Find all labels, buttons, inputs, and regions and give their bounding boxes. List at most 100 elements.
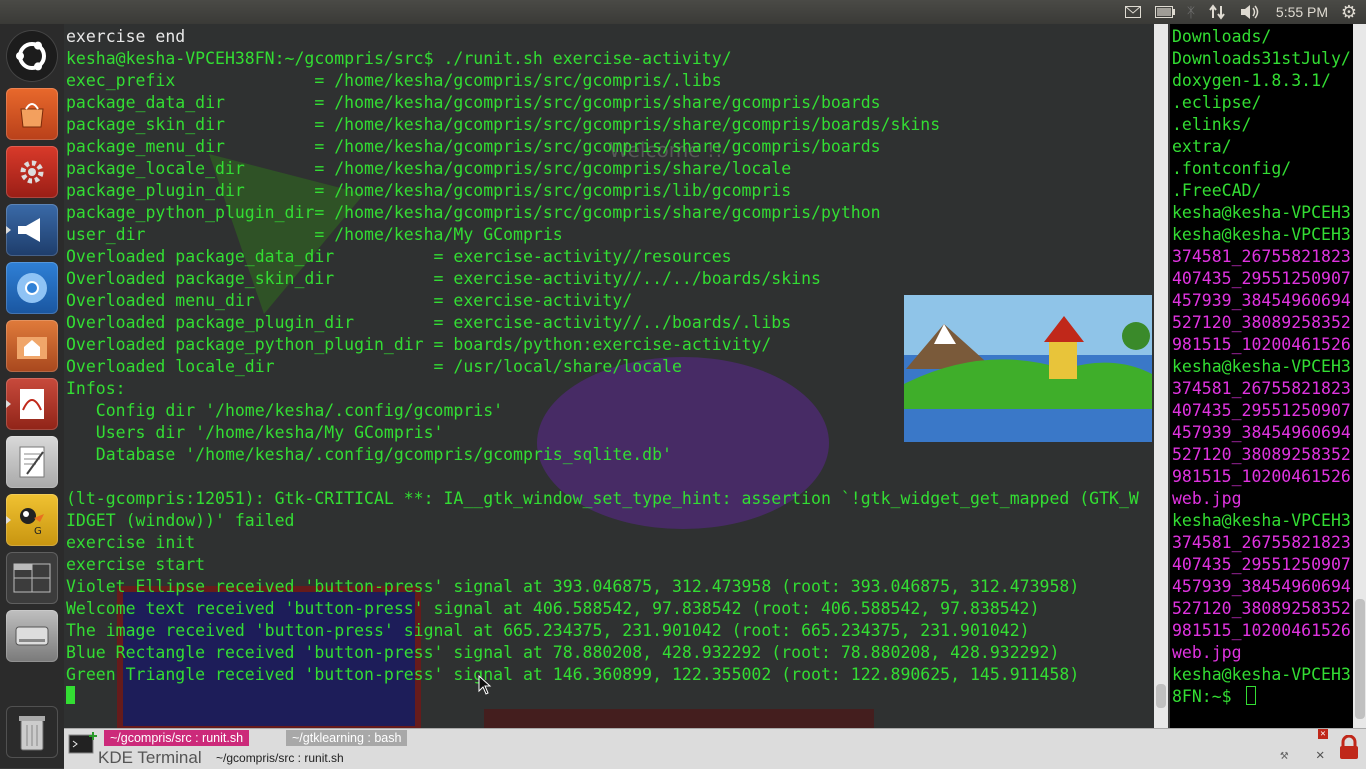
terminal-output: exercise end kesha@kesha-VPCEH38FN:~/gcom… [66, 26, 1139, 686]
terminal-right[interactable]: Downloads/Downloads31stJuly/doxygen-1.8.… [1170, 24, 1353, 728]
terminal-line: 981515_10200461526 [1172, 335, 1351, 354]
tab-bash[interactable]: ~/gtklearning : bash [286, 730, 408, 746]
terminal-line: kesha@kesha-VPCEH3 [1172, 203, 1351, 222]
terminal-line: 8FN:~$ [1172, 687, 1242, 706]
terminal-line: 457939_38454960694 [1172, 291, 1351, 310]
terminal-line: package_menu_dir = /home/kesha/gcompris/… [66, 137, 881, 156]
ubuntu-logo-icon[interactable] [6, 30, 58, 82]
close-icon[interactable]: ✕ [1316, 747, 1324, 763]
terminal-line: 457939_38454960694 [1172, 577, 1351, 596]
terminal-line: The image received 'button-press' signal… [66, 621, 1030, 640]
terminal-main[interactable]: Welcome !! exercise end kesha@kesha-VPCEH… [64, 24, 1154, 728]
terminal-line: .eclipse/ [1172, 93, 1262, 112]
new-tab-icon[interactable] [68, 732, 98, 758]
terminal-line: Welcome text received 'button-press' sig… [66, 599, 1040, 618]
close-tab-icon[interactable]: ✕ [1318, 729, 1328, 739]
terminal-right-cursor [1246, 686, 1256, 705]
app-title: KDE Terminal [98, 748, 202, 767]
svg-text:G: G [34, 526, 42, 537]
terminal-tabbar: ~/gcompris/src : runit.sh ~/gtklearning … [64, 728, 1366, 769]
terminal-line: Config dir '/home/kesha/.config/gcompris… [66, 401, 504, 420]
terminal-line: Overloaded package_plugin_dir = exercise… [66, 313, 792, 332]
terminal-line: Infos: [66, 379, 126, 398]
gcompris-icon[interactable]: G [6, 494, 58, 546]
terminal-line: 981515_10200461526 [1172, 467, 1351, 486]
workspace-switcher-icon[interactable] [6, 552, 58, 604]
terminal-line: kesha@kesha-VPCEH3 [1172, 511, 1351, 530]
terminal-line: Violet Ellipse received 'button-press' s… [66, 577, 1080, 596]
document-viewer-icon[interactable] [6, 378, 58, 430]
terminal-line: 407435_29551250907 [1172, 555, 1351, 574]
terminal-line: package_data_dir = /home/kesha/gcompris/… [66, 93, 881, 112]
bluetooth-icon[interactable]: ᛡ [1184, 2, 1198, 22]
lock-icon[interactable] [1338, 734, 1360, 765]
system-settings-icon[interactable] [6, 146, 58, 198]
terminal-line: kesha@kesha-VPCEH3 [1172, 665, 1351, 684]
network-icon[interactable] [1208, 2, 1226, 22]
terminal-line: Green Triangle received 'button-press' s… [66, 665, 1080, 684]
chromium-icon[interactable] [6, 262, 58, 314]
terminal-line: Overloaded package_skin_dir = exercise-a… [66, 269, 821, 288]
terminal-line: IDGET (window))' failed [66, 511, 295, 530]
gear-icon[interactable]: ⚙ [1338, 2, 1360, 22]
right-terminal-scrollbar[interactable] [1353, 24, 1366, 728]
terminal-line: package_python_plugin_dir= /home/kesha/g… [66, 203, 881, 222]
window-path: ~/gcompris/src : runit.sh [216, 751, 344, 765]
text-editor-icon[interactable] [6, 436, 58, 488]
terminal-line: Overloaded locale_dir = /usr/local/share… [66, 357, 682, 376]
main-terminal-scrollbar[interactable] [1154, 24, 1168, 728]
tools-icon[interactable]: ⚒ [1280, 747, 1288, 763]
software-center-icon[interactable] [6, 88, 58, 140]
volume-icon[interactable] [1240, 2, 1260, 22]
terminal-line: 527120_38089258352 [1172, 445, 1351, 464]
terminal-line: .elinks/ [1172, 115, 1252, 134]
scrollbar-thumb[interactable] [1156, 684, 1166, 708]
files-icon[interactable] [6, 320, 58, 372]
terminal-line: kesha@kesha-VPCEH3 [1172, 225, 1351, 244]
terminal-line: package_plugin_dir = /home/kesha/gcompri… [66, 181, 792, 200]
terminal-line: web.jpg [1172, 643, 1242, 662]
mail-icon[interactable] [1124, 2, 1142, 22]
terminal-line: 527120_38089258352 [1172, 313, 1351, 332]
terminal-line: Database '/home/kesha/.config/gcompris/g… [66, 445, 672, 464]
terminal-line: kesha@kesha-VPCEH3 [1172, 357, 1351, 376]
terminal-line: web.jpg [1172, 489, 1242, 508]
terminal-cursor [66, 686, 75, 704]
drive-icon[interactable] [6, 610, 58, 662]
mouse-pointer-icon [478, 675, 492, 695]
terminal-line: Overloaded menu_dir = exercise-activity/ [66, 291, 633, 310]
gwibber-icon[interactable] [6, 204, 58, 256]
terminal-line: Downloads/ [1172, 27, 1272, 46]
terminal-line: user_dir = /home/kesha/My GCompris [66, 225, 563, 244]
terminal-line: Users dir '/home/kesha/My GCompris' [66, 423, 444, 442]
terminal-line: 527120_38089258352 [1172, 599, 1351, 618]
top-panel: ᛡ 5:55 PM ⚙ [0, 0, 1366, 24]
terminal-line: 457939_38454960694 [1172, 423, 1351, 442]
scrollbar-thumb[interactable] [1355, 599, 1365, 719]
terminal-line: 981515_10200461526 [1172, 621, 1351, 640]
terminal-line: 374581_26755821823 [1172, 247, 1351, 266]
terminal-line: .FreeCAD/ [1172, 181, 1262, 200]
terminal-line: Blue Rectangle received 'button-press' s… [66, 643, 1060, 662]
terminal-line: Overloaded package_python_plugin_dir = b… [66, 335, 772, 354]
launcher: G [0, 24, 65, 768]
terminal-line: 407435_29551250907 [1172, 269, 1351, 288]
terminal-line: exercise start [66, 555, 206, 574]
terminal-line: Overloaded package_data_dir = exercise-a… [66, 247, 732, 266]
terminal-line: package_skin_dir = /home/kesha/gcompris/… [66, 115, 941, 134]
tab-runit[interactable]: ~/gcompris/src : runit.sh [104, 730, 250, 746]
terminal-line: exercise init [66, 533, 196, 552]
terminal-line: 374581_26755821823 [1172, 379, 1351, 398]
trash-icon[interactable] [6, 706, 58, 758]
clock[interactable]: 5:55 PM [1272, 2, 1332, 22]
terminal-line: 407435_29551250907 [1172, 401, 1351, 420]
terminal-line: kesha@kesha-VPCEH38FN:~/gcompris/src$ ./… [66, 49, 732, 68]
terminal-line: exercise end [66, 27, 186, 46]
terminal-right-output: Downloads/Downloads31stJuly/doxygen-1.8.… [1172, 26, 1351, 708]
terminal-line: extra/ [1172, 137, 1232, 156]
terminal-line: .fontconfig/ [1172, 159, 1292, 178]
terminal-line: package_locale_dir = /home/kesha/gcompri… [66, 159, 792, 178]
terminal-line: exec_prefix = /home/kesha/gcompris/src/g… [66, 71, 722, 90]
battery-icon[interactable] [1154, 2, 1176, 22]
